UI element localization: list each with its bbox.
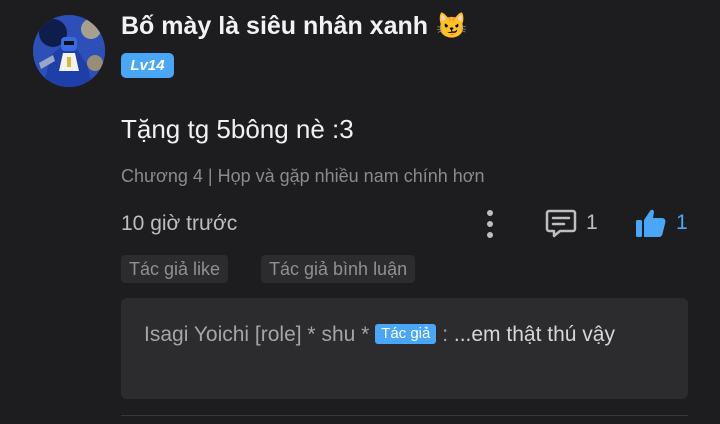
- reply-text: ...em thật thú vậy: [453, 323, 615, 346]
- more-dot: [487, 221, 493, 227]
- thumbs-up-icon: [636, 209, 666, 237]
- comment-username[interactable]: Bố mày là siêu nhân xanh 😼: [121, 12, 467, 41]
- comment-icon: [545, 209, 577, 238]
- comment-timestamp: 10 giờ trước: [121, 212, 238, 235]
- reply-preview[interactable]: Isagi Yoichi [role] * shu * Tác giả : ..…: [121, 298, 688, 399]
- reply-author: Isagi Yoichi [role] * shu *: [144, 323, 370, 346]
- avatar-image: [33, 15, 105, 87]
- cat-emoji-icon: 😼: [436, 12, 468, 40]
- tag-author-comment: Tác giả bình luận: [261, 255, 416, 283]
- user-avatar[interactable]: [33, 15, 105, 87]
- username-text: Bố mày là siêu nhân xanh: [121, 12, 429, 40]
- more-dot: [487, 232, 493, 238]
- like-count: 1: [676, 211, 688, 234]
- more-vertical-icon: [487, 210, 493, 216]
- comment-text: Tặng tg 5bông nè :3: [121, 114, 354, 144]
- reply-count: 1: [586, 211, 598, 234]
- tag-author-like: Tác giả like: [121, 255, 229, 283]
- reply-separator: :: [436, 323, 454, 346]
- reply-line: Isagi Yoichi [role] * shu * Tác giả : ..…: [144, 320, 664, 350]
- author-badge: Tác giả: [375, 324, 437, 344]
- chapter-link[interactable]: Chương 4 | Họp và gặp nhiều nam chính hơ…: [121, 166, 485, 187]
- level-badge: Lv14: [121, 53, 174, 78]
- like-button[interactable]: 1: [634, 206, 688, 240]
- reply-button[interactable]: 1: [544, 206, 598, 240]
- divider: [121, 415, 688, 416]
- more-options-button[interactable]: [480, 208, 500, 240]
